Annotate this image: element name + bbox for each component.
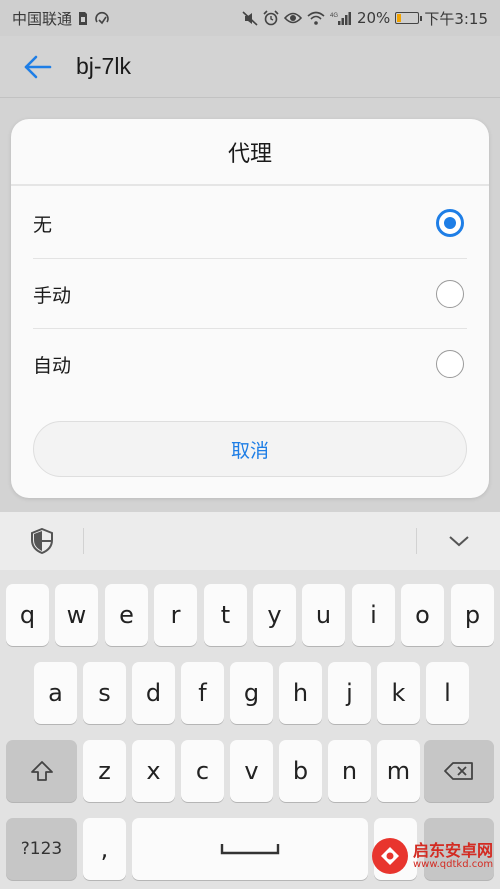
watermark-text: 启东安卓网 www.qdtkd.com bbox=[413, 842, 493, 871]
key-g[interactable]: g bbox=[230, 662, 273, 724]
battery-icon bbox=[395, 12, 423, 24]
status-left: 中国联通 bbox=[12, 8, 110, 29]
watermark: 启东安卓网 www.qdtkd.com bbox=[372, 826, 500, 886]
key-u[interactable]: u bbox=[302, 584, 345, 646]
wifi-icon bbox=[307, 11, 325, 25]
eye-icon bbox=[283, 11, 302, 25]
key-j[interactable]: j bbox=[328, 662, 371, 724]
arrow-left-icon bbox=[24, 55, 52, 78]
proxy-dialog: 代理 无 手动 自动 取消 bbox=[11, 119, 489, 498]
cancel-button[interactable]: 取消 bbox=[33, 421, 467, 477]
clock: 下午3:15 bbox=[424, 9, 488, 28]
key-f[interactable]: f bbox=[181, 662, 224, 724]
key-o[interactable]: o bbox=[401, 584, 444, 646]
battery-fill bbox=[397, 14, 402, 22]
key-r[interactable]: r bbox=[154, 584, 197, 646]
key-z[interactable]: z bbox=[83, 740, 126, 802]
key-t[interactable]: t bbox=[204, 584, 247, 646]
key-s[interactable]: s bbox=[83, 662, 126, 724]
key-x[interactable]: x bbox=[132, 740, 175, 802]
space-key[interactable] bbox=[132, 818, 368, 880]
backspace-key[interactable] bbox=[424, 740, 494, 802]
shift-key[interactable] bbox=[6, 740, 77, 802]
key-e[interactable]: e bbox=[105, 584, 148, 646]
option-label: 手动 bbox=[33, 284, 72, 307]
key-b[interactable]: b bbox=[279, 740, 322, 802]
key-a[interactable]: a bbox=[34, 662, 77, 724]
backspace-icon bbox=[444, 762, 473, 780]
alarm-icon bbox=[263, 10, 279, 26]
page-title: bj-7lk bbox=[76, 53, 131, 79]
carrier-name: 中国联通 bbox=[12, 9, 73, 28]
keyboard-toolbar bbox=[0, 512, 500, 570]
key-d[interactable]: d bbox=[132, 662, 175, 724]
watermark-main: 启东安卓网 bbox=[413, 840, 494, 860]
key-h[interactable]: h bbox=[279, 662, 322, 724]
key-k[interactable]: k bbox=[377, 662, 420, 724]
option-label: 自动 bbox=[33, 354, 72, 377]
key-m[interactable]: m bbox=[377, 740, 420, 802]
key-l[interactable]: l bbox=[426, 662, 469, 724]
key-i[interactable]: i bbox=[352, 584, 395, 646]
key-q[interactable]: q bbox=[6, 584, 49, 646]
radio-button[interactable] bbox=[436, 350, 464, 378]
radio-button[interactable] bbox=[436, 280, 464, 308]
status-bar: 中国联通 4G 20% 下午3:15 bbox=[0, 0, 500, 36]
key-n[interactable]: n bbox=[328, 740, 371, 802]
proxy-option-none[interactable]: 无 bbox=[33, 188, 467, 258]
radio-button-checked[interactable] bbox=[436, 209, 464, 237]
option-label: 无 bbox=[33, 213, 53, 236]
key-c[interactable]: c bbox=[181, 740, 224, 802]
sync-icon bbox=[94, 11, 110, 26]
back-button[interactable] bbox=[0, 36, 76, 98]
key-w[interactable]: w bbox=[55, 584, 98, 646]
signal-label: 4G bbox=[330, 13, 338, 19]
shield-icon bbox=[30, 528, 53, 554]
key-p[interactable]: p bbox=[451, 584, 494, 646]
mute-icon bbox=[242, 10, 258, 26]
key-v[interactable]: v bbox=[230, 740, 273, 802]
sim-icon bbox=[78, 11, 88, 26]
key-y[interactable]: y bbox=[253, 584, 296, 646]
proxy-option-manual[interactable]: 手动 bbox=[33, 259, 467, 329]
space-bar-icon bbox=[220, 844, 280, 855]
chevron-down-icon bbox=[448, 536, 469, 547]
app-bar: bj-7lk bbox=[0, 36, 500, 98]
watermark-logo-icon bbox=[372, 838, 408, 874]
collapse-keyboard-button[interactable] bbox=[416, 528, 500, 554]
security-button[interactable] bbox=[0, 528, 84, 554]
signal-icon: 4G bbox=[330, 11, 352, 26]
comma-key[interactable]: , bbox=[83, 818, 126, 880]
shift-icon bbox=[30, 761, 53, 781]
symbols-key[interactable]: ?123 bbox=[6, 818, 77, 880]
battery-percent: 20% bbox=[356, 9, 391, 27]
proxy-option-auto[interactable]: 自动 bbox=[33, 329, 467, 399]
watermark-sub: www.qdtkd.com bbox=[413, 859, 494, 871]
dialog-title: 代理 bbox=[11, 119, 489, 186]
status-right: 4G 20% 下午3:15 bbox=[242, 8, 488, 29]
